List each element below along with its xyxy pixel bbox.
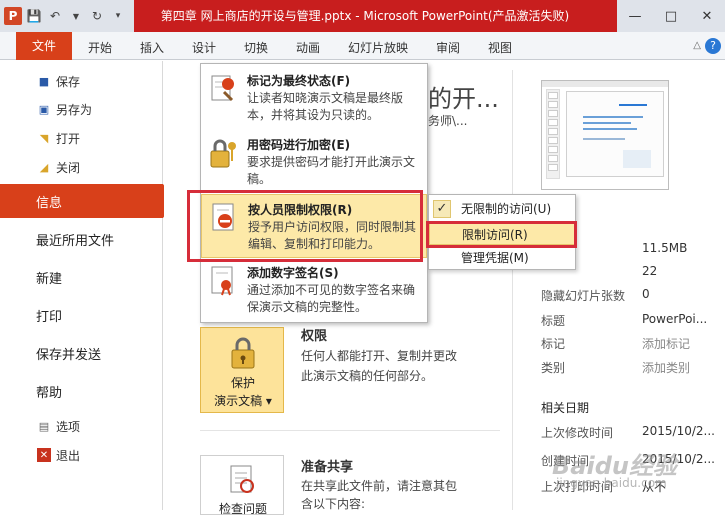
- lock-icon: [231, 337, 255, 369]
- tab-view[interactable]: 视图: [488, 36, 512, 60]
- tab-transitions[interactable]: 切换: [244, 36, 268, 60]
- nav-save-send[interactable]: 保存并发送: [0, 336, 163, 370]
- title-bar: P 💾 ↶ ▼ ↻ ▾ 第四章 网上商店的开设与管理.pptx - Micros…: [0, 0, 725, 32]
- prop-hidden-value: 0: [642, 287, 650, 301]
- minimize-ribbon-icon[interactable]: △: [693, 40, 701, 51]
- prop-slides-value: 22: [642, 264, 658, 278]
- check-issues-button[interactable]: 检查问题: [200, 455, 284, 516]
- maximize-button[interactable]: □: [653, 0, 689, 32]
- submenu-manage-credentials[interactable]: 管理凭据(M): [429, 247, 575, 269]
- minimize-button[interactable]: —: [617, 0, 653, 32]
- prop-hidden-label: 隐藏幻灯片张数: [541, 289, 626, 303]
- permissions-desc-line1: 任何人都能打开、复制并更改: [301, 349, 458, 363]
- highlight-restricted-access: [426, 221, 577, 248]
- nav-save-as[interactable]: ▣ 另存为: [0, 98, 163, 120]
- nav-new[interactable]: 新建: [0, 260, 163, 294]
- share-desc-line1: 在共享此文件前，请注意其包: [301, 479, 458, 493]
- tab-file[interactable]: 文件: [16, 32, 72, 60]
- close-button[interactable]: ✕: [689, 0, 725, 32]
- nav-close[interactable]: ◢ 关闭: [0, 156, 163, 178]
- open-folder-icon: ◥: [39, 131, 49, 145]
- prop-category-value[interactable]: 添加类别: [642, 359, 690, 376]
- key-lock-icon: [210, 139, 236, 168]
- checklist-icon: [230, 465, 254, 493]
- powerpoint-app-icon[interactable]: P: [4, 7, 22, 25]
- permissions-desc-line2: 此演示文稿的任何部分。: [301, 369, 434, 383]
- tab-home[interactable]: 开始: [88, 36, 112, 60]
- redo-icon[interactable]: ↻: [88, 7, 106, 25]
- options-icon: ▤: [38, 419, 50, 433]
- panel-divider: [512, 70, 513, 510]
- help-icon[interactable]: ?: [705, 38, 721, 54]
- prop-title-value[interactable]: PowerPoi...: [642, 312, 707, 326]
- dates-header: 相关日期: [541, 401, 590, 415]
- prop-size-value: 11.5MB: [642, 241, 688, 255]
- prop-tags-label: 标记: [541, 337, 566, 351]
- chevron-down-icon[interactable]: ▼: [67, 7, 85, 25]
- nav-help[interactable]: 帮助: [0, 374, 163, 408]
- tab-insert[interactable]: 插入: [140, 36, 164, 60]
- save-as-icon: ▣: [38, 102, 50, 116]
- date-modified-label: 上次修改时间: [541, 426, 614, 440]
- share-desc-line2: 含以下内容:: [301, 497, 366, 511]
- window-controls: — □ ✕: [617, 0, 725, 32]
- document-path: 务师\...: [428, 114, 468, 128]
- presentation-thumbnail: [541, 80, 669, 190]
- checkmark-icon: ✓: [433, 200, 451, 218]
- quick-access-toolbar: P 💾 ↶ ▼ ↻ ▾: [0, 0, 134, 32]
- share-title: 准备共享: [301, 460, 354, 475]
- nav-open[interactable]: ◥ 打开: [0, 127, 163, 149]
- permissions-title: 权限: [301, 329, 328, 344]
- save-icon[interactable]: 💾: [25, 7, 43, 25]
- nav-info[interactable]: 信息: [0, 184, 175, 218]
- prop-title-label: 标题: [541, 314, 566, 328]
- backstage-nav: ■ 保存 ▣ 另存为 ◥ 打开 ◢ 关闭 信息 最近所用文件 新建 打印 保存并…: [0, 61, 175, 510]
- highlight-restrict-permission: [187, 190, 423, 262]
- signature-icon: [211, 266, 233, 296]
- nav-options[interactable]: ▤ 选项: [0, 415, 163, 437]
- tab-design[interactable]: 设计: [192, 36, 216, 60]
- submenu-unrestricted[interactable]: ✓ 无限制的访问(U): [429, 198, 575, 220]
- prop-tags-value[interactable]: 添加标记: [642, 335, 690, 352]
- nav-save[interactable]: ■ 保存: [0, 70, 163, 92]
- mark-final-icon: [211, 75, 234, 102]
- menu-encrypt-password[interactable]: 用密码进行加密(E) 要求提供密码才能打开此演示文稿。: [201, 130, 427, 194]
- nav-exit[interactable]: ✕ 退出: [0, 444, 163, 466]
- undo-icon[interactable]: ↶: [46, 7, 64, 25]
- date-modified-value: 2015/10/2...: [642, 424, 715, 438]
- tab-animations[interactable]: 动画: [296, 36, 320, 60]
- exit-icon: ✕: [37, 448, 51, 462]
- customize-qat-icon[interactable]: ▾: [109, 7, 127, 25]
- document-title-tail: 的开...: [428, 85, 499, 113]
- section-separator: [200, 430, 500, 431]
- close-folder-icon: ◢: [39, 160, 49, 174]
- tab-review[interactable]: 审阅: [436, 36, 460, 60]
- nav-recent[interactable]: 最近所用文件: [0, 222, 163, 256]
- prop-category-label: 类别: [541, 361, 566, 375]
- tab-slideshow[interactable]: 幻灯片放映: [348, 36, 408, 60]
- window-title: 第四章 网上商店的开设与管理.pptx - Microsoft PowerPoi…: [160, 9, 570, 23]
- menu-mark-final[interactable]: 标记为最终状态(F) 让读者知晓演示文稿是最终版本，并将其设为只读的。: [201, 66, 427, 130]
- baidu-watermark-url: jingyan.baidu.com: [556, 476, 667, 490]
- save-icon: ■: [38, 74, 50, 88]
- protect-presentation-button[interactable]: 保护 演示文稿 ▾: [200, 327, 284, 413]
- nav-print[interactable]: 打印: [0, 298, 163, 332]
- ribbon-tabs: 文件 开始 插入 设计 切换 动画 幻灯片放映 审阅 视图 △ ?: [0, 32, 725, 60]
- menu-digital-signature[interactable]: 添加数字签名(S) 通过添加不可见的数字签名来确保演示文稿的完整性。: [201, 258, 427, 322]
